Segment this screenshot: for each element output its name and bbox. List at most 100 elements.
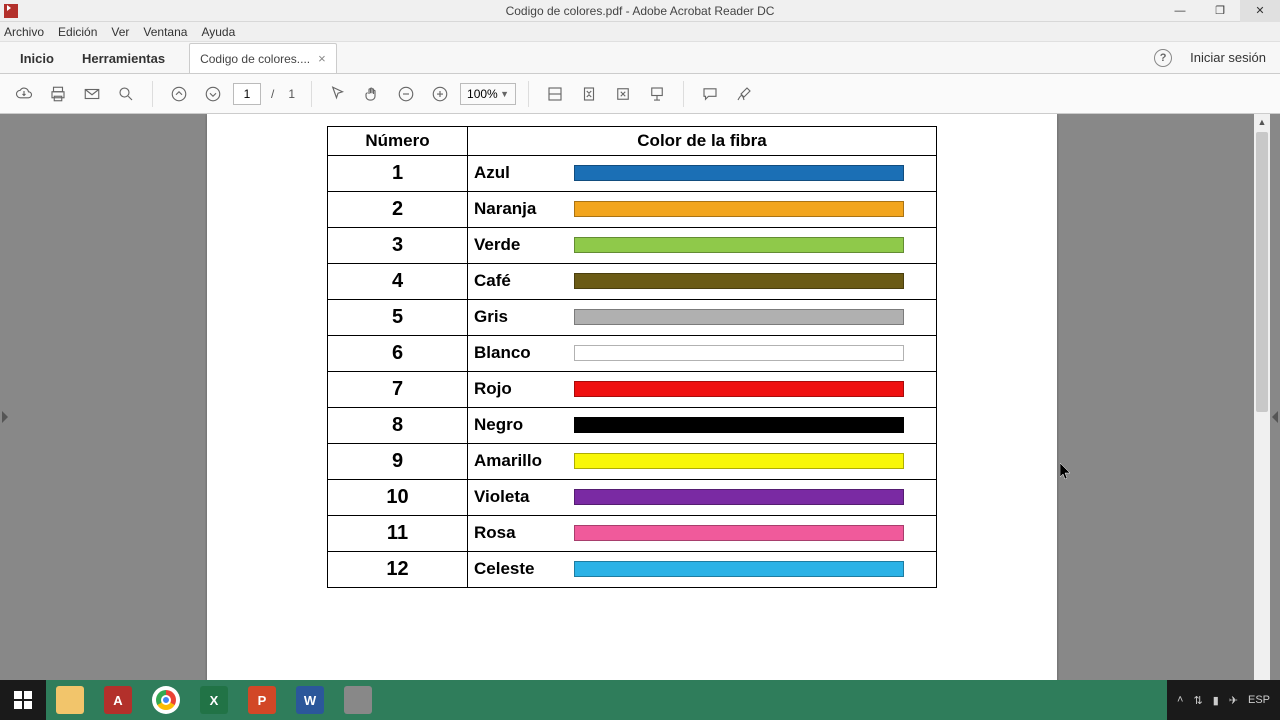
color-swatch xyxy=(574,489,904,505)
taskbar-app[interactable] xyxy=(334,680,382,720)
cell-color: Verde xyxy=(468,228,937,264)
app-icon xyxy=(4,4,18,18)
fit-page-button[interactable] xyxy=(575,80,603,108)
taskbar-powerpoint[interactable]: P xyxy=(238,680,286,720)
tray-airplane-icon[interactable]: ✈ xyxy=(1229,694,1238,707)
workspace: Número Color de la fibra 1Azul2Naranja3V… xyxy=(0,114,1280,720)
tray-language[interactable]: ESP xyxy=(1248,694,1270,706)
cell-number: 12 xyxy=(328,552,468,588)
tray-chevron-icon[interactable]: ˄ xyxy=(1177,694,1183,706)
zoom-out-button[interactable] xyxy=(392,80,420,108)
close-button[interactable]: ✕ xyxy=(1240,0,1280,22)
cell-color: Rosa xyxy=(468,516,937,552)
table-row: 8Negro xyxy=(328,408,937,444)
cell-number: 9 xyxy=(328,444,468,480)
color-swatch xyxy=(574,165,904,181)
system-tray[interactable]: ˄ ⇅ ▮ ✈ ESP xyxy=(1167,680,1280,720)
cell-number: 6 xyxy=(328,336,468,372)
page-up-button[interactable] xyxy=(165,80,193,108)
taskbar-acrobat[interactable]: A xyxy=(94,680,142,720)
cell-color: Violeta xyxy=(468,480,937,516)
comment-button[interactable] xyxy=(696,80,724,108)
gray-margin-right xyxy=(1059,114,1254,720)
table-row: 12 Celeste xyxy=(328,552,937,588)
cell-color: Café xyxy=(468,264,937,300)
print-button[interactable] xyxy=(44,80,72,108)
cell-color: Blanco xyxy=(468,336,937,372)
menu-ver[interactable]: Ver xyxy=(111,25,129,39)
table-row: 4Café xyxy=(328,264,937,300)
cell-number: 3 xyxy=(328,228,468,264)
rotate-button[interactable] xyxy=(609,80,637,108)
signin-link[interactable]: Iniciar sesión xyxy=(1190,50,1266,65)
taskbar-word[interactable]: W xyxy=(286,680,334,720)
scroll-thumb[interactable] xyxy=(1256,132,1268,412)
color-name: Rojo xyxy=(474,379,574,399)
menu-ventana[interactable]: Ventana xyxy=(143,25,187,39)
color-name: Naranja xyxy=(474,199,574,219)
color-name: Café xyxy=(474,271,574,291)
document-area[interactable]: Número Color de la fibra 1Azul2Naranja3V… xyxy=(205,114,1059,720)
color-swatch xyxy=(574,201,904,217)
color-name: Celeste xyxy=(474,559,574,579)
fit-width-button[interactable] xyxy=(541,80,569,108)
select-tool-button[interactable] xyxy=(324,80,352,108)
left-panel-toggle[interactable] xyxy=(0,114,10,720)
zoom-select[interactable]: 100%▼ xyxy=(460,83,516,105)
cell-number: 7 xyxy=(328,372,468,408)
menu-ayuda[interactable]: Ayuda xyxy=(201,25,235,39)
toolbar: / 1 100%▼ xyxy=(0,74,1280,114)
page-down-button[interactable] xyxy=(199,80,227,108)
sign-button[interactable] xyxy=(730,80,758,108)
save-cloud-button[interactable] xyxy=(10,80,38,108)
minimize-button[interactable]: — xyxy=(1160,0,1200,22)
tray-battery-icon[interactable]: ▮ xyxy=(1213,694,1219,707)
taskbar-explorer[interactable] xyxy=(46,680,94,720)
document-tab[interactable]: Codigo de colores.... × xyxy=(189,43,337,73)
tray-network-icon[interactable]: ⇅ xyxy=(1193,694,1202,707)
help-icon[interactable]: ? xyxy=(1154,49,1172,67)
window-title: Codigo de colores.pdf - Adobe Acrobat Re… xyxy=(506,4,775,18)
color-name: Verde xyxy=(474,235,574,255)
table-row: 7 Rojo xyxy=(328,372,937,408)
start-button[interactable] xyxy=(0,680,46,720)
taskbar-excel[interactable]: X xyxy=(190,680,238,720)
table-row: 2 Naranja xyxy=(328,192,937,228)
color-name: Negro xyxy=(474,415,574,435)
maximize-button[interactable]: ❐ xyxy=(1200,0,1240,22)
hand-tool-button[interactable] xyxy=(358,80,386,108)
menu-edicion[interactable]: Edición xyxy=(58,25,97,39)
color-name: Violeta xyxy=(474,487,574,507)
cell-number: 2 xyxy=(328,192,468,228)
table-row: 1 Azul xyxy=(328,156,937,192)
zoom-in-button[interactable] xyxy=(426,80,454,108)
color-name: Blanco xyxy=(474,343,574,363)
color-name: Rosa xyxy=(474,523,574,543)
email-button[interactable] xyxy=(78,80,106,108)
cell-number: 1 xyxy=(328,156,468,192)
cell-color: Celeste xyxy=(468,552,937,588)
title-bar: Codigo de colores.pdf - Adobe Acrobat Re… xyxy=(0,0,1280,22)
cell-color: Gris xyxy=(468,300,937,336)
menu-bar: Archivo Edición Ver Ventana Ayuda xyxy=(0,22,1280,42)
color-name: Gris xyxy=(474,307,574,327)
gray-margin-left xyxy=(10,114,205,720)
color-name: Azul xyxy=(474,163,574,183)
search-button[interactable] xyxy=(112,80,140,108)
scroll-up-icon[interactable]: ▲ xyxy=(1254,114,1270,130)
scroll-track[interactable] xyxy=(1254,130,1270,704)
tab-inicio[interactable]: Inicio xyxy=(6,44,68,73)
color-name: Amarillo xyxy=(474,451,574,471)
vertical-scrollbar[interactable]: ▲ ▼ xyxy=(1254,114,1270,720)
read-mode-button[interactable] xyxy=(643,80,671,108)
page-number-input[interactable] xyxy=(233,83,261,105)
page-total: 1 xyxy=(288,87,295,101)
table-row: 11Rosa xyxy=(328,516,937,552)
table-row: 9 Amarillo xyxy=(328,444,937,480)
cell-number: 5 xyxy=(328,300,468,336)
tab-herramientas[interactable]: Herramientas xyxy=(68,44,179,73)
right-panel-toggle[interactable] xyxy=(1270,114,1280,720)
menu-archivo[interactable]: Archivo xyxy=(4,25,44,39)
close-tab-icon[interactable]: × xyxy=(318,51,326,66)
taskbar-chrome[interactable] xyxy=(142,680,190,720)
